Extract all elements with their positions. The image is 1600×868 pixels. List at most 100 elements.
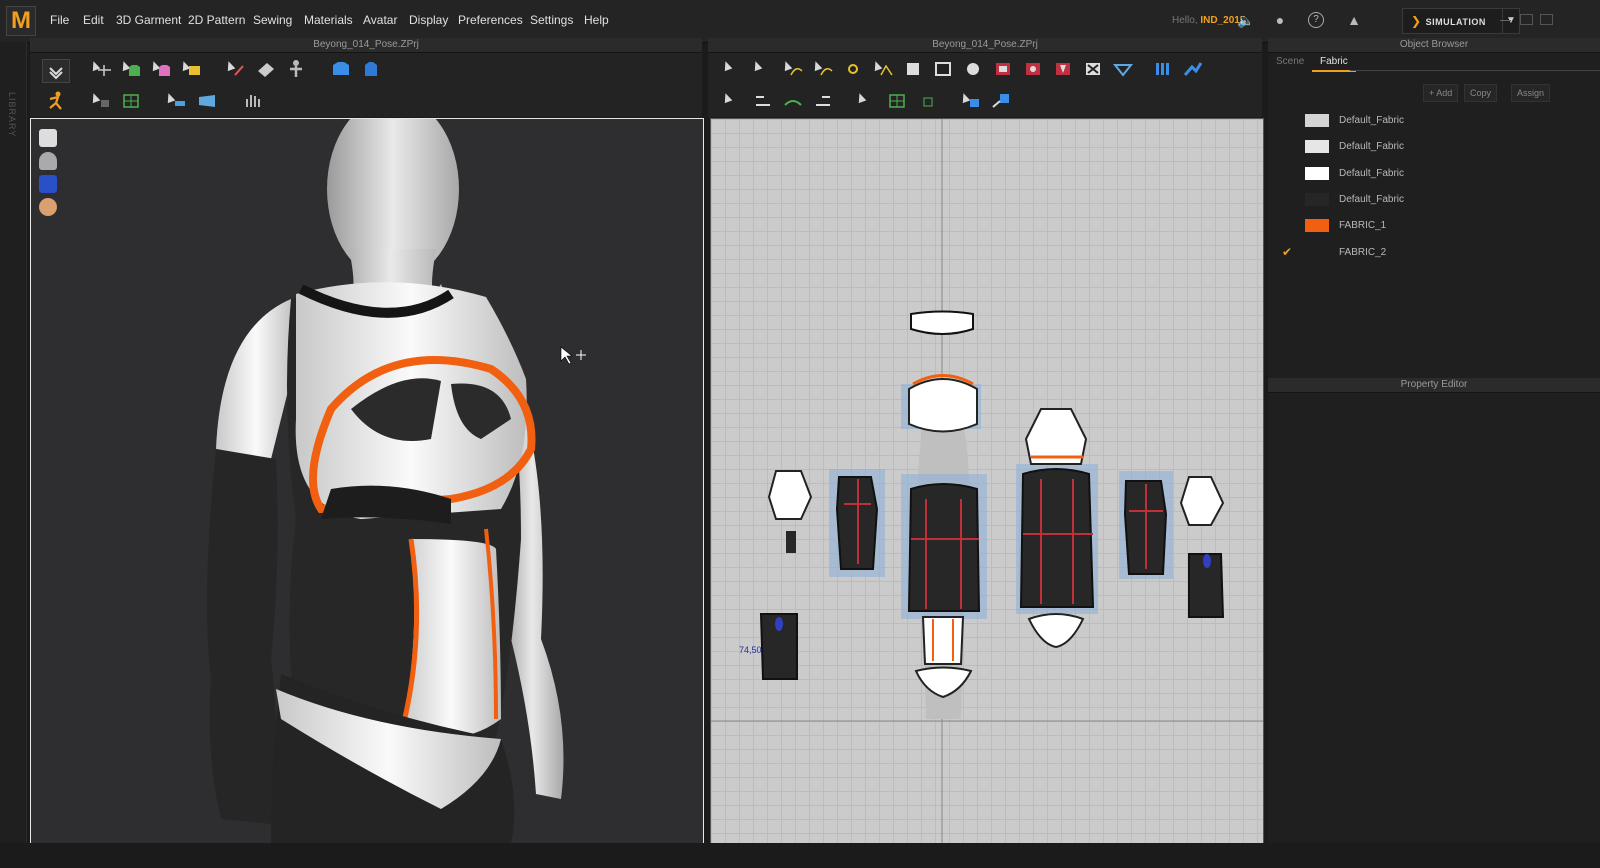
collapse-icon[interactable] bbox=[42, 59, 70, 83]
checkmark-icon: ✔ bbox=[1282, 244, 1293, 259]
menu-3d-garment[interactable]: 3D Garment bbox=[116, 13, 181, 27]
select-mesh-tool[interactable] bbox=[119, 59, 142, 79]
assign-fabric-button[interactable]: Assign bbox=[1511, 84, 1551, 102]
2d-free-sewing-tool[interactable] bbox=[782, 91, 804, 111]
2d-square-tool[interactable] bbox=[932, 59, 954, 79]
pin-tool[interactable] bbox=[149, 59, 172, 79]
2d-pattern-viewport[interactable]: 74,50 bbox=[710, 118, 1264, 844]
fabric-row[interactable]: ✔ FABRIC_2 bbox=[1268, 240, 1600, 266]
fabric-swatch[interactable] bbox=[1305, 245, 1329, 259]
select-move-tool[interactable] bbox=[89, 59, 112, 79]
menu-2d-pattern[interactable]: 2D Pattern bbox=[188, 13, 245, 27]
menu-settings[interactable]: Settings bbox=[530, 13, 573, 27]
2d-edit-point-tool[interactable] bbox=[751, 59, 774, 79]
menu-help[interactable]: Help bbox=[584, 13, 609, 27]
fabric-swatch[interactable] bbox=[1305, 140, 1329, 154]
menu-preferences[interactable]: Preferences bbox=[458, 13, 523, 27]
fabric-swatch[interactable] bbox=[1305, 192, 1329, 206]
tab-scene[interactable]: Scene bbox=[1268, 54, 1312, 70]
speaker-icon[interactable]: 🔈 bbox=[1237, 11, 1255, 29]
menu-display[interactable]: Display bbox=[409, 13, 448, 27]
fabric-swatch[interactable] bbox=[1305, 219, 1329, 233]
close-button[interactable] bbox=[1540, 14, 1553, 25]
2d-transform-tool[interactable] bbox=[721, 59, 744, 79]
2d-trace-tool[interactable] bbox=[959, 91, 982, 111]
fabric-row[interactable]: Default_Fabric bbox=[1268, 134, 1600, 160]
object-browser-title: Object Browser bbox=[1268, 38, 1600, 53]
2d-rectangle-tool[interactable] bbox=[902, 59, 924, 79]
user-icon[interactable]: ● bbox=[1271, 11, 1289, 29]
minimize-button[interactable] bbox=[1500, 20, 1511, 21]
view2d-title: Beyong_014_Pose.ZPrj bbox=[708, 38, 1262, 53]
avatar-select-tool[interactable] bbox=[224, 59, 247, 79]
2d-layout-tool[interactable] bbox=[1152, 59, 1174, 79]
2d-polygon-tool[interactable] bbox=[871, 59, 894, 79]
maximize-button[interactable] bbox=[1520, 14, 1533, 25]
view3d-title: Beyong_014_Pose.ZPrj bbox=[30, 38, 702, 53]
menu-avatar[interactable]: Avatar bbox=[363, 13, 397, 27]
fabric-name: Default_Fabric bbox=[1339, 193, 1405, 205]
2d-add-point-tool[interactable] bbox=[842, 59, 864, 79]
2d-graphic-tool[interactable] bbox=[990, 91, 1012, 111]
tab-divider bbox=[1350, 70, 1600, 71]
fabric-name: FABRIC_1 bbox=[1339, 220, 1387, 232]
simulation-dropdown[interactable]: ▼ bbox=[1502, 8, 1520, 34]
hand-tool[interactable] bbox=[242, 91, 264, 111]
select-arrow-tool[interactable] bbox=[89, 91, 112, 111]
simulate-figure-icon[interactable] bbox=[44, 91, 66, 111]
garment-front-icon[interactable] bbox=[330, 59, 352, 79]
library-strip[interactable]: LIBRARY bbox=[0, 42, 27, 868]
fabric-swatch[interactable] bbox=[1305, 166, 1329, 180]
right-panel: Object Browser Scene Fabric + Add Copy A… bbox=[1268, 38, 1600, 843]
help-icon[interactable]: ? bbox=[1308, 12, 1324, 28]
2d-arrange-tool[interactable] bbox=[1182, 59, 1204, 79]
copy-fabric-button[interactable]: Copy bbox=[1464, 84, 1498, 102]
simulation-button[interactable]: ❯ SIMULATION bbox=[1402, 8, 1504, 34]
2d-dart-tool[interactable] bbox=[1052, 59, 1074, 79]
2d-seam-select-tool[interactable] bbox=[721, 91, 744, 111]
fabric-name: Default_Fabric bbox=[1339, 115, 1405, 126]
fabric-row[interactable]: FABRIC_1 bbox=[1268, 213, 1600, 239]
fabric-row[interactable]: Default_Fabric bbox=[1268, 187, 1600, 213]
menu-file[interactable]: File bbox=[50, 13, 69, 27]
avatar-garment-render bbox=[207, 119, 586, 843]
add-fabric-button[interactable]: + Add bbox=[1423, 84, 1459, 102]
tape-tool[interactable] bbox=[164, 91, 187, 111]
fabric-swatch[interactable] bbox=[1305, 114, 1329, 127]
chevron-icon: ❯ bbox=[1411, 14, 1422, 28]
2d-texture-grid-tool[interactable] bbox=[886, 91, 908, 111]
2d-curvature-tool[interactable] bbox=[811, 59, 834, 79]
pattern-pieces bbox=[711, 119, 1263, 843]
menu-edit[interactable]: Edit bbox=[83, 13, 104, 27]
menu-materials[interactable]: Materials bbox=[304, 13, 353, 27]
fold-tool[interactable] bbox=[179, 59, 202, 79]
2d-select-texture-tool[interactable] bbox=[855, 91, 878, 111]
2d-segment-sewing-tool[interactable] bbox=[752, 91, 774, 111]
fabric-name: Default_Fabric bbox=[1339, 167, 1405, 179]
measure-label: 74,50 bbox=[739, 645, 762, 655]
2d-multi-sewing-tool[interactable] bbox=[812, 91, 834, 111]
grid-tool[interactable] bbox=[120, 91, 142, 111]
2d-curve-tool[interactable] bbox=[781, 59, 804, 79]
app-logo[interactable]: M bbox=[6, 6, 36, 36]
2d-internal-circle-tool[interactable] bbox=[1022, 59, 1044, 79]
measure-tool[interactable] bbox=[255, 59, 277, 79]
2d-circle-tool[interactable] bbox=[962, 59, 984, 79]
surface-tool[interactable] bbox=[196, 91, 218, 111]
2d-fold-tool[interactable] bbox=[1112, 59, 1134, 79]
3d-viewport[interactable] bbox=[30, 118, 704, 844]
view2d-toolbar bbox=[708, 53, 1262, 117]
menu-sewing[interactable]: Sewing bbox=[253, 13, 292, 27]
fabric-row[interactable]: Default_Fabric bbox=[1268, 108, 1600, 134]
2d-texture-transform-tool[interactable] bbox=[916, 91, 938, 111]
avatar-pose-tool[interactable] bbox=[285, 59, 307, 79]
garment-back-icon[interactable] bbox=[360, 59, 382, 79]
property-editor-title: Property Editor bbox=[1268, 378, 1600, 393]
2d-internal-rect-tool[interactable] bbox=[992, 59, 1014, 79]
garment-icon[interactable]: ▲ bbox=[1345, 11, 1363, 29]
fabric-row[interactable]: Default_Fabric bbox=[1268, 161, 1600, 187]
view3d-toolbar bbox=[30, 53, 702, 117]
user-greeting: Hello, IND_2015 bbox=[1172, 15, 1246, 26]
2d-cut-tool[interactable] bbox=[1082, 59, 1104, 79]
status-bar bbox=[0, 843, 1600, 868]
